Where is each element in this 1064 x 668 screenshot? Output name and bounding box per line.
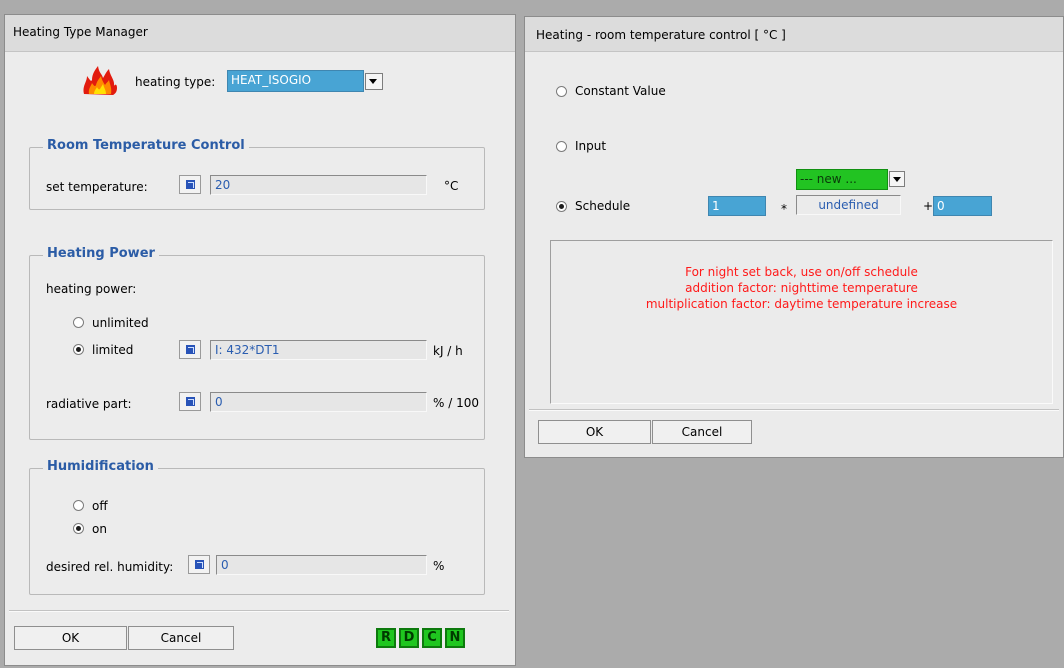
humidification-off-label: off [92,499,108,513]
radiative-part-input[interactable]: 0 [210,392,427,412]
heating-type-value: HEAT_ISOGIO [231,73,312,87]
cancel-button[interactable]: Cancel [652,420,752,444]
schedule-label: Schedule [575,199,631,213]
limited-radio[interactable] [73,344,84,355]
times-sign: * [781,202,787,216]
room-temperature-control-window: Heating - room temperature control [ °C … [524,16,1064,458]
humidification-off-radio[interactable] [73,500,84,511]
window-title: Heating - room temperature control [ °C … [536,28,786,42]
heating-type-manager-window: Heating Type Manager heating type: HEAT_… [4,14,516,666]
humidification-legend: Humidification [43,459,158,474]
r-button[interactable]: R [376,628,396,648]
note-line-3: multiplication factor: daytime temperatu… [645,297,958,311]
c-button[interactable]: C [422,628,442,648]
title-bar[interactable]: Heating - room temperature control [ °C … [525,17,1063,52]
unlimited-radio[interactable] [73,317,84,328]
chevron-down-icon[interactable] [889,171,905,187]
schedule-radio[interactable] [556,201,567,212]
constant-value-label: Constant Value [575,84,666,98]
edit-icon [186,397,195,406]
note-line-1: For night set back, use on/off schedule [685,265,918,279]
heating-power-label: heating power: [46,282,137,296]
input-label: Input [575,139,607,153]
chevron-down-icon[interactable] [365,73,383,90]
plus-sign: + [923,199,934,213]
humidification-on-radio[interactable] [73,523,84,534]
room-temperature-legend: Room Temperature Control [43,138,249,153]
bottom-separator [9,610,509,612]
limited-edit-button[interactable] [179,340,201,359]
unlimited-label: unlimited [92,316,149,330]
d-button[interactable]: D [399,628,419,648]
note-line-2: addition factor: nighttime temperature [685,281,918,295]
humidification-on-label: on [92,522,107,536]
radiative-part-label: radiative part: [46,397,132,411]
heating-power-legend: Heating Power [43,246,159,261]
ok-button[interactable]: OK [14,626,127,650]
limited-power-input[interactable]: I: 432*DT1 [210,340,427,360]
set-temperature-unit: °C [444,179,459,193]
constant-value-radio[interactable] [556,86,567,97]
schedule-select[interactable]: --- new ... [796,169,888,190]
heating-type-label: heating type: [135,75,216,89]
bottom-separator [529,409,1059,411]
schedule-name-field: undefined [796,195,901,215]
desired-humidity-edit-button[interactable] [188,555,210,574]
radiative-edit-button[interactable] [179,392,201,411]
ok-button[interactable]: OK [538,420,651,444]
limited-label: limited [92,343,134,357]
set-temperature-edit-button[interactable] [179,175,201,194]
multiplier-input[interactable]: 1 [708,196,766,216]
n-button[interactable]: N [445,628,465,648]
heating-type-select[interactable]: HEAT_ISOGIO [227,70,364,92]
limited-power-unit: kJ / h [433,344,463,358]
window-title: Heating Type Manager [13,25,148,39]
edit-icon [186,345,195,354]
edit-icon [195,560,204,569]
input-radio[interactable] [556,141,567,152]
edit-icon [186,180,195,189]
cancel-button[interactable]: Cancel [128,626,234,650]
radiative-part-unit: % / 100 [433,396,479,410]
title-bar[interactable]: Heating Type Manager [5,15,515,52]
desired-humidity-input[interactable]: 0 [216,555,427,575]
desired-humidity-unit: % [433,559,445,573]
flame-icon [83,66,117,95]
addition-input[interactable]: 0 [933,196,992,216]
set-temperature-label: set temperature: [46,180,148,194]
set-temperature-input[interactable]: 20 [210,175,427,195]
desired-humidity-label: desired rel. humidity: [46,560,174,574]
